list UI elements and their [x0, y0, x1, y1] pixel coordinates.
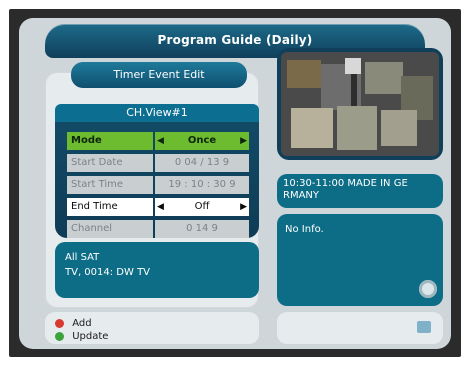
mode-row[interactable]: Mode ◀ Once ▶: [67, 132, 249, 150]
program-title-box: 10:30-11:00 MADE IN GE RMANY: [277, 174, 443, 208]
tab-timer-event-edit[interactable]: Timer Event Edit: [71, 62, 247, 88]
end-time-row[interactable]: End Time ◀ Off ▶: [67, 198, 249, 216]
video-preview: [281, 52, 439, 156]
video-preview-image: [281, 52, 439, 156]
start-date-row: Start Date 0 04 / 13 9: [67, 154, 249, 172]
channel-row: Channel 0 14 9: [67, 220, 249, 238]
channel-value: 0 14 9: [155, 220, 249, 238]
green-dot-icon: [55, 331, 64, 341]
legend-update-label: Update: [72, 331, 109, 342]
right-bottom-panel: [277, 312, 443, 344]
legend-panel: Add Update: [45, 312, 259, 344]
disc-icon: [419, 280, 437, 298]
epg-screen: Program Guide (Daily) Timer Event Edit C…: [19, 18, 451, 349]
chevron-left-icon[interactable]: ◀: [157, 198, 164, 216]
chevron-right-icon[interactable]: ▶: [240, 132, 247, 150]
red-dot-icon: [55, 318, 64, 328]
program-time-title: 10:30-11:00 MADE IN GE RMANY: [283, 178, 408, 201]
program-description: No Info.: [285, 224, 324, 235]
satellite-label: All SAT: [65, 252, 100, 263]
legend-add-label: Add: [72, 318, 92, 329]
legend-update[interactable]: Update: [55, 331, 108, 342]
start-time-value: 19 : 10 : 30 9: [155, 176, 249, 194]
mode-select[interactable]: ◀ Once ▶: [155, 132, 249, 150]
chevron-right-icon[interactable]: ▶: [240, 198, 247, 216]
info-icon: [417, 321, 431, 333]
end-time-value: Off: [194, 201, 210, 212]
mode-label: Mode: [67, 132, 153, 150]
mode-value: Once: [187, 135, 217, 146]
end-time-select[interactable]: ◀ Off ▶: [155, 198, 249, 216]
start-time-label: Start Time: [67, 176, 153, 194]
tab-label: Timer Event Edit: [113, 68, 205, 81]
channel-view-label: CH.View#1: [126, 106, 188, 119]
channel-label: Channel: [67, 220, 153, 238]
end-time-label: End Time: [67, 198, 153, 216]
start-date-value: 0 04 / 13 9: [155, 154, 249, 172]
legend-add[interactable]: Add: [55, 318, 92, 329]
channel-label-detail: TV, 0014: DW TV: [65, 267, 151, 278]
chevron-left-icon[interactable]: ◀: [157, 132, 164, 150]
channel-info-box: All SAT TV, 0014: DW TV: [55, 242, 259, 298]
channel-view-header: CH.View#1: [55, 104, 259, 122]
page-title: Program Guide (Daily): [157, 33, 313, 47]
program-description-box: No Info.: [277, 214, 443, 306]
start-date-label: Start Date: [67, 154, 153, 172]
start-time-row: Start Time 19 : 10 : 30 9: [67, 176, 249, 194]
